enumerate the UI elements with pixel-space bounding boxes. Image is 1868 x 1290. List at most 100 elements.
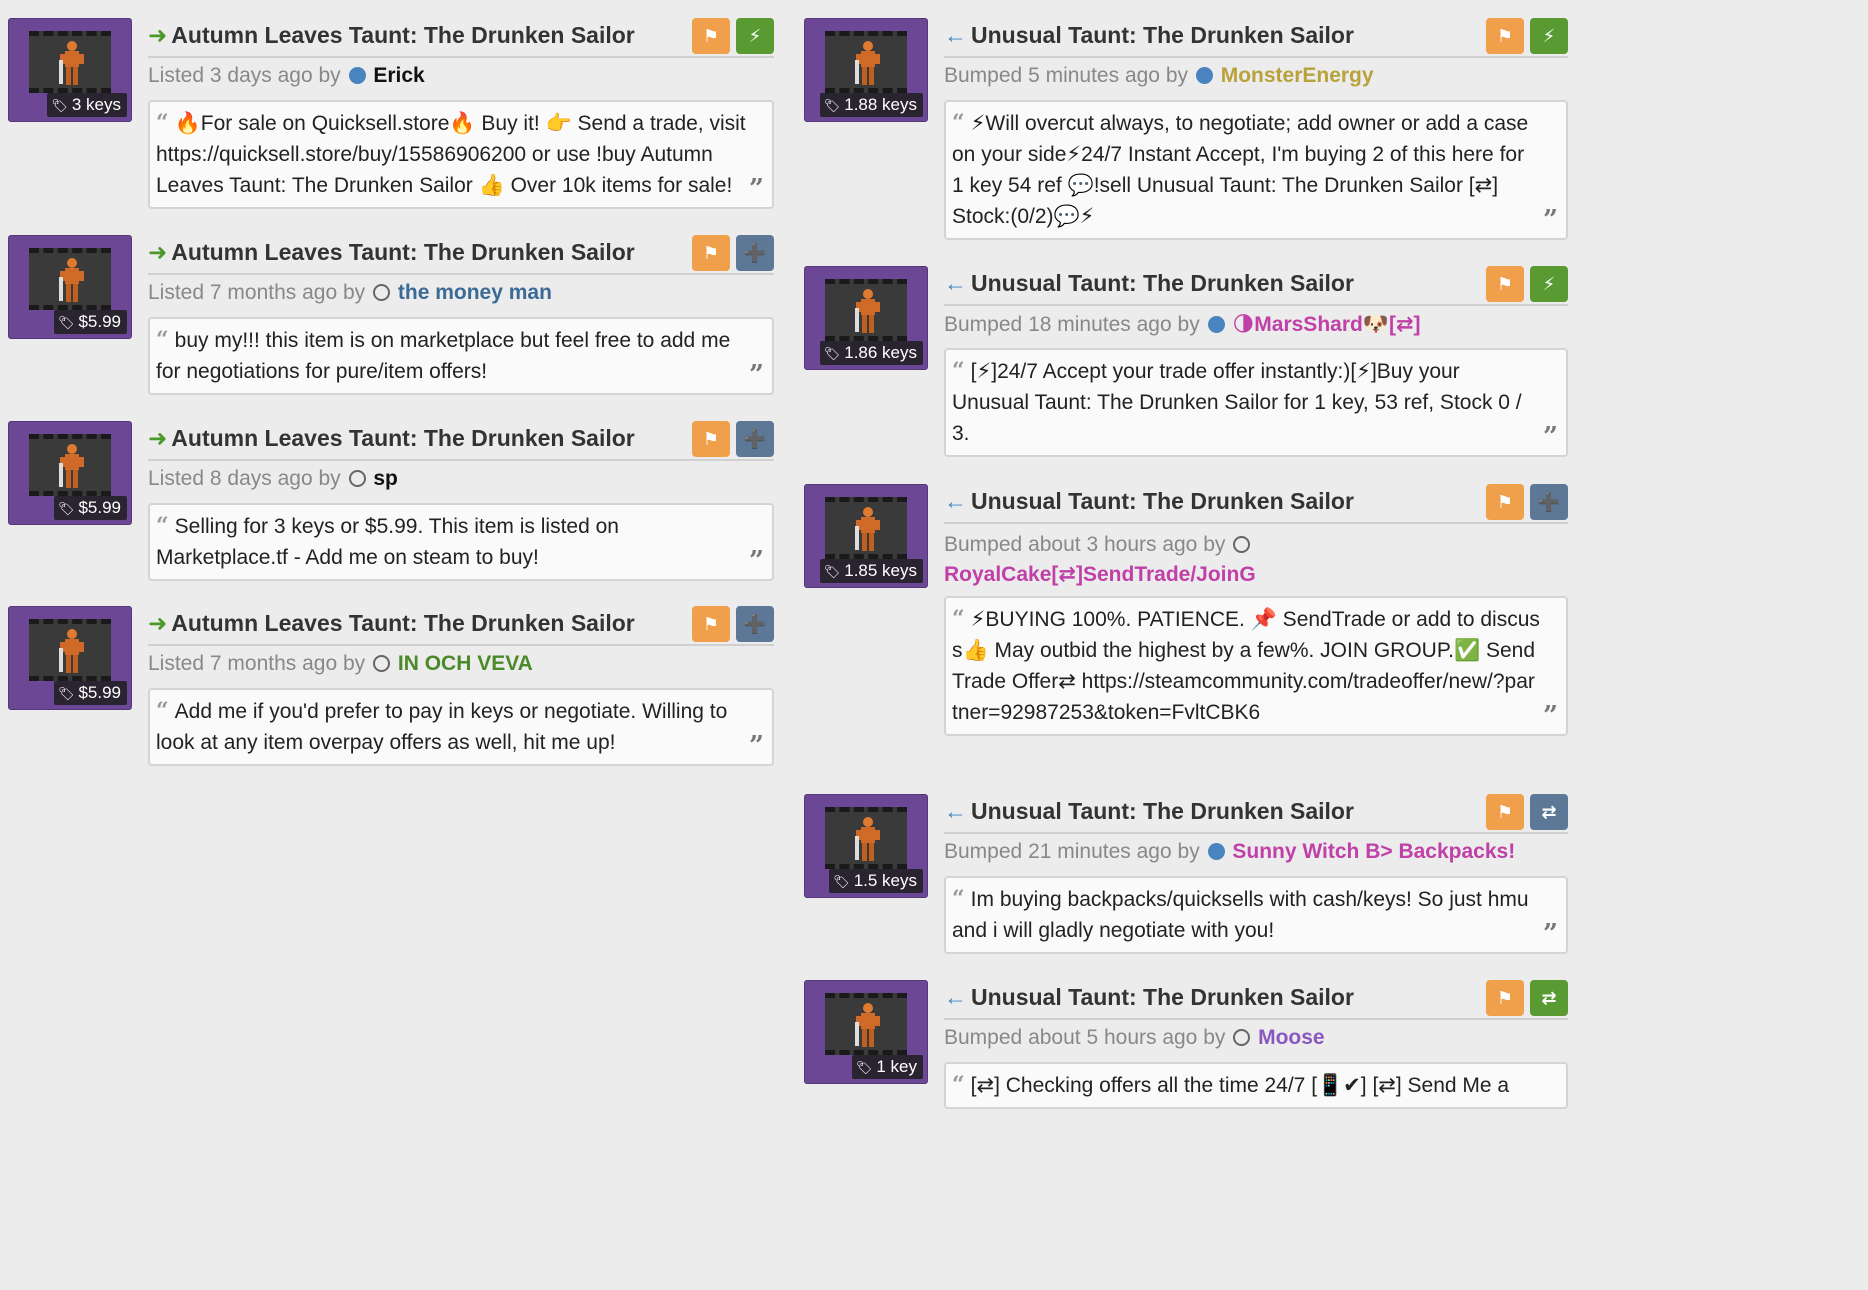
quote-close-icon: ” (749, 546, 764, 576)
send-trade-button[interactable]: ⇄ (1530, 794, 1568, 830)
report-flag-button[interactable]: ⚑ (1486, 980, 1524, 1016)
status-prefix: Bumped (944, 64, 1023, 87)
description-text: Add me if you'd prefer to pay in keys or… (156, 700, 728, 754)
item-image (29, 434, 111, 496)
item-thumbnail[interactable]: 🏷 1.85 keys (804, 484, 928, 588)
quote-open-icon: “ (952, 358, 965, 384)
bolt-icon: ⚡ (1542, 25, 1556, 46)
listing-title-text: Unusual Taunt: The Drunken Sailor (971, 270, 1354, 296)
item-thumbnail[interactable]: 🏷 $5.99 (8, 421, 132, 525)
user-link[interactable]: IN OCH VEVA (398, 652, 533, 675)
listing-time: about 3 hours ago (1028, 533, 1198, 556)
listing-title-text: Autumn Leaves Taunt: The Drunken Sailor (171, 239, 635, 265)
listing-title[interactable]: ➜ Autumn Leaves Taunt: The Drunken Sailor (148, 610, 635, 637)
by-label: by (1165, 64, 1189, 87)
report-flag-button[interactable]: ⚑ (692, 18, 730, 54)
instant-trade-button[interactable]: ⚡ (736, 18, 774, 54)
item-thumbnail[interactable]: 🏷 $5.99 (8, 606, 132, 710)
online-status-icon (1207, 316, 1225, 333)
report-flag-button[interactable]: ⚑ (1486, 794, 1524, 830)
user-link[interactable]: Moose (1258, 1026, 1325, 1049)
price-badge: 🏷 3 keys (47, 93, 127, 117)
add-friend-button[interactable]: ➕ (1530, 484, 1568, 520)
user-link[interactable]: sp (373, 467, 398, 490)
price-tag-icon: 🏷 (823, 564, 841, 579)
description-text: [⇄] Checking offers all the time 24/7 [📱… (970, 1074, 1510, 1097)
online-status-icon (1207, 843, 1225, 860)
bolt-icon: ⚡ (1542, 273, 1556, 294)
status-prefix: Listed (148, 281, 205, 304)
user-link[interactable]: Erick (373, 64, 424, 87)
flag-icon: ⚑ (1496, 987, 1514, 1008)
user-link[interactable]: Sunny Witch B> Backpacks! (1232, 840, 1515, 863)
status-prefix: Listed (148, 467, 205, 490)
item-thumbnail[interactable]: 🏷 3 keys (8, 18, 132, 122)
item-image (29, 619, 111, 681)
flag-icon: ⚑ (1496, 491, 1514, 512)
quote-open-icon: “ (952, 886, 965, 912)
price-tag-icon: 🏷 (833, 874, 850, 889)
listing-title[interactable]: ← Unusual Taunt: The Drunken Sailor (944, 270, 1354, 297)
item-thumbnail[interactable]: 🏷 1.86 keys (804, 266, 928, 370)
quote-open-icon: “ (156, 513, 169, 539)
report-flag-button[interactable]: ⚑ (692, 235, 730, 271)
add-friend-icon: ➕ (743, 242, 767, 263)
item-thumbnail[interactable]: 🏷 1.88 keys (804, 18, 928, 122)
offline-status-icon (1233, 536, 1251, 553)
price-tag-icon: 🏷 (855, 1060, 873, 1075)
status-prefix: Bumped (944, 840, 1023, 863)
listing-title-text: Unusual Taunt: The Drunken Sailor (971, 798, 1354, 824)
instant-trade-button[interactable]: ⚡ (1530, 18, 1568, 54)
user-link[interactable]: MonsterEnergy (1221, 64, 1374, 87)
quote-close-icon: ” (1543, 701, 1558, 731)
add-friend-icon: ➕ (743, 613, 767, 634)
flag-icon: ⚑ (702, 428, 720, 449)
listing-title[interactable]: ← Unusual Taunt: The Drunken Sailor (944, 798, 1354, 825)
listing-description: “[⇄] Checking offers all the time 24/7 [… (944, 1062, 1568, 1109)
item-thumbnail[interactable]: 🏷 1 key (804, 980, 928, 1084)
add-friend-icon: ➕ (1537, 491, 1561, 512)
report-flag-button[interactable]: ⚑ (1486, 484, 1524, 520)
report-flag-button[interactable]: ⚑ (692, 606, 730, 642)
report-flag-button[interactable]: ⚑ (692, 421, 730, 457)
listing-title[interactable]: ← Unusual Taunt: The Drunken Sailor (944, 22, 1354, 49)
report-flag-button[interactable]: ⚑ (1486, 18, 1524, 54)
price-value: 1.88 keys (844, 95, 917, 114)
item-thumbnail[interactable]: 🏷 1.5 keys (804, 794, 928, 898)
listing-title[interactable]: ➜ Autumn Leaves Taunt: The Drunken Sailor (148, 22, 635, 49)
user-link[interactable]: the money man (398, 281, 552, 304)
listing-description: “⚡Will overcut always, to negotiate; add… (944, 100, 1568, 240)
listing-meta: Listed 7 months ago by IN OCH VEVA (148, 652, 774, 680)
add-friend-button[interactable]: ➕ (736, 235, 774, 271)
arrow-left-icon: ← (944, 270, 967, 296)
add-friend-button[interactable]: ➕ (736, 421, 774, 457)
listing-title[interactable]: ➜ Autumn Leaves Taunt: The Drunken Sailor (148, 425, 635, 452)
by-label: by (1177, 840, 1200, 863)
user-link[interactable]: 🌗MarsShard🐶[⇄] (1232, 313, 1420, 336)
description-text: Selling for 3 keys or $5.99. This item i… (156, 515, 619, 569)
listing-meta: Bumped about 3 hours ago by RoyalCake[⇄]… (944, 530, 1568, 588)
listing-time: 5 minutes ago (1028, 64, 1160, 87)
item-thumbnail[interactable]: 🏷 $5.99 (8, 235, 132, 339)
listing-title[interactable]: ➜ Autumn Leaves Taunt: The Drunken Sailor (148, 239, 635, 266)
report-flag-button[interactable]: ⚑ (1486, 266, 1524, 302)
bolt-icon: ⚡ (748, 25, 762, 46)
price-value: 1 key (876, 1057, 917, 1076)
listing-description: “🔥For sale on Quicksell.store🔥 Buy it! 👉… (148, 100, 774, 209)
price-value: $5.99 (78, 498, 121, 517)
quote-open-icon: “ (952, 1072, 965, 1098)
arrow-right-icon: ➜ (148, 610, 168, 636)
price-badge: 🏷 1.5 keys (829, 869, 923, 893)
user-link[interactable]: RoyalCake[⇄]SendTrade/JoinG (944, 563, 1256, 586)
status-prefix: Bumped (944, 1026, 1023, 1049)
instant-trade-button[interactable]: ⚡ (1530, 266, 1568, 302)
trade-icon: ⇄ (1541, 801, 1557, 822)
listing-title[interactable]: ← Unusual Taunt: The Drunken Sailor (944, 488, 1354, 515)
add-friend-button[interactable]: ➕ (736, 606, 774, 642)
listing-title[interactable]: ← Unusual Taunt: The Drunken Sailor (944, 984, 1354, 1011)
flag-icon: ⚑ (1496, 801, 1514, 822)
flag-icon: ⚑ (702, 25, 720, 46)
send-trade-button[interactable]: ⇄ (1530, 980, 1568, 1016)
item-image (825, 807, 907, 869)
quote-close-icon: ” (1543, 205, 1558, 235)
